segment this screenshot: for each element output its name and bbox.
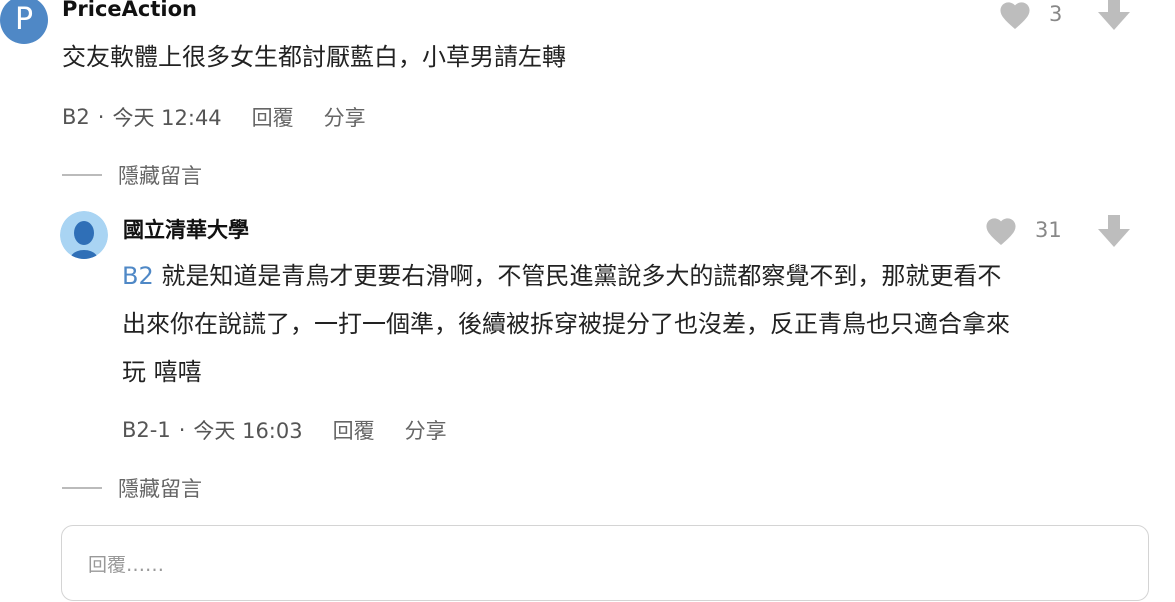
like-count: 3 (1049, 2, 1063, 26)
down-arrow-icon (1098, 215, 1130, 247)
hide-comment-label: 隱藏留言 (118, 477, 202, 501)
down-arrow-icon (1098, 0, 1130, 30)
comment-line: 出來你在說謊了，一打一個準，後續被拆穿被提分了也沒差，反正青鳥也只適合拿來 (122, 310, 1010, 338)
divider (62, 174, 102, 176)
comment-line-text: 就是知道是青鳥才更要右滑啊，不管民進黨說多大的謊都察覺不到，那就更看不 (161, 262, 1002, 290)
downvote-button[interactable] (1097, 215, 1131, 253)
comment-meta: B2 · 今天 12:44 回覆 分享 (62, 102, 366, 132)
heart-icon (986, 218, 1016, 245)
comment-text: 交友軟體上很多女生都討厭藍白，小草男請左轉 (62, 43, 566, 71)
timestamp: 今天 12:44 (112, 106, 222, 130)
hide-comment-button[interactable]: 隱藏留言 (62, 473, 202, 503)
reply-to-tag[interactable]: B2 (122, 262, 154, 290)
downvote-button[interactable] (1097, 0, 1131, 36)
share-button[interactable]: 分享 (324, 102, 366, 132)
share-button[interactable]: 分享 (405, 415, 447, 445)
heart-icon (1000, 2, 1030, 29)
avatar[interactable]: P (0, 0, 48, 44)
timestamp: 今天 16:03 (193, 419, 303, 443)
floor-number: B2-1 (122, 418, 171, 442)
author-name[interactable]: 國立清華大學 (123, 214, 249, 244)
comment-meta: B2-1 · 今天 16:03 回覆 分享 (122, 415, 447, 445)
person-avatar-icon (60, 211, 108, 259)
author-name[interactable]: PriceAction (62, 0, 197, 21)
hide-comment-button[interactable]: 隱藏留言 (62, 160, 202, 190)
avatar[interactable] (60, 211, 108, 259)
reply-button[interactable]: 回覆 (333, 415, 375, 445)
hide-comment-label: 隱藏留言 (118, 164, 202, 188)
comment-line: B2 就是知道是青鳥才更要右滑啊，不管民進黨說多大的謊都察覺不到，那就更看不 (122, 252, 1010, 300)
reply-input-placeholder: 回覆…… (88, 554, 165, 576)
reply-input[interactable]: 回覆…… (61, 525, 1149, 601)
reply-button[interactable]: 回覆 (252, 102, 294, 132)
separator-dot: · (97, 105, 105, 129)
divider (62, 487, 102, 489)
comment-line: 玩 嘻嘻 (122, 358, 202, 386)
floor-number: B2 (62, 105, 90, 129)
comment-text: B2 就是知道是青鳥才更要右滑啊，不管民進黨說多大的謊都察覺不到，那就更看不 出… (122, 252, 1010, 396)
separator-dot: · (178, 418, 186, 442)
like-count: 31 (1035, 218, 1062, 242)
like-button[interactable]: 31 (983, 214, 1062, 246)
like-button[interactable]: 3 (997, 0, 1062, 30)
